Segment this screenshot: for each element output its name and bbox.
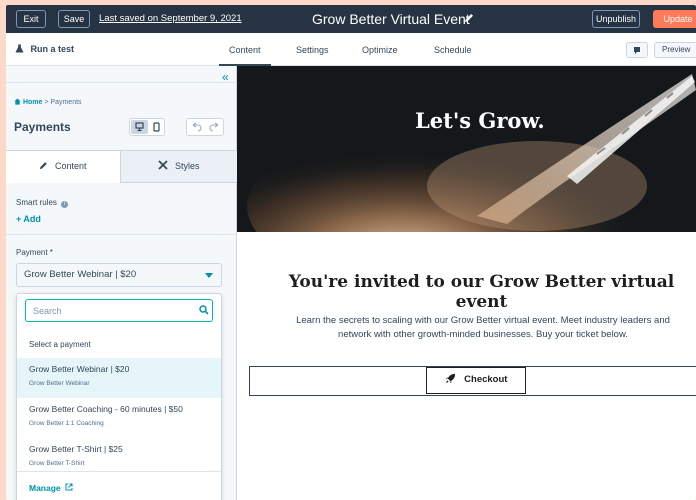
search-input[interactable] [25,299,213,322]
checkout-label: Checkout [464,374,508,385]
list-item[interactable]: Grow Better Webinar | $20 Grow Better We… [17,358,221,398]
list-item-sublabel: Grow Better T-Shirt [29,460,85,467]
sidebar: « Home > Payments Payments Content Style… [6,66,237,500]
save-button[interactable]: Save [58,10,90,28]
event-heading: You're invited to our Grow Better virtua… [288,272,675,312]
tab-settings[interactable]: Settings [296,45,329,55]
flask-icon [15,44,24,53]
list-item[interactable]: Grow Better T-Shirt | $25 Grow Better T-… [17,438,221,478]
tab-styles-panel[interactable]: Styles [120,151,237,182]
top-bar: Exit Save Last saved on September 9, 202… [6,5,696,33]
desktop-view-button[interactable] [131,120,148,134]
undo-redo-group [186,118,224,136]
undo-icon[interactable] [187,119,205,135]
list-item-label: Grow Better Webinar | $20 [29,364,130,374]
external-link-icon [65,483,73,491]
list-item[interactable]: Grow Better Coaching - 60 minutes | $50 … [17,398,221,438]
payment-select-value: Grow Better Webinar | $20 [24,269,137,280]
payment-dropdown: Select a payment Grow Better Webinar | $… [16,293,222,500]
manage-label: Manage [29,483,61,493]
comment-icon [634,47,640,54]
divider [6,82,237,83]
smart-rules-label: Smart rules i [16,198,69,208]
unpublish-button[interactable]: Unpublish [592,10,640,28]
payment-select[interactable]: Grow Better Webinar | $20 [16,263,222,287]
sidebar-title: Payments [14,120,71,134]
list-item-label: Grow Better T-Shirt | $25 [29,444,123,454]
tab-optimize[interactable]: Optimize [362,45,398,55]
styles-tab-label: Styles [175,161,200,171]
smart-rules-text: Smart rules [16,198,57,207]
divider [6,234,237,235]
preview-button[interactable]: Preview [654,42,696,58]
exit-button[interactable]: Exit [16,10,46,28]
event-description-line: Learn the secrets to scaling with our Gr… [296,315,670,326]
run-test-link[interactable]: Run a test [15,44,74,54]
device-toggle [129,118,165,136]
rocket-launch-image [237,66,696,232]
pencil-icon[interactable] [463,12,475,24]
list-item-sublabel: Grow Better Webinar [29,380,90,387]
breadcrumb-current: Payments [50,99,82,106]
search-icon [199,305,209,315]
breadcrumb: Home > Payments [14,98,82,106]
styles-icon [158,160,169,170]
payment-field-label: Payment * [16,248,53,257]
sidebar-tabs: Content Styles [6,150,237,183]
tab-content-panel[interactable]: Content [6,151,120,182]
page-title: Grow Better Virtual Event [312,11,470,27]
pencil-tab-icon [40,162,48,170]
select-payment-hint: Select a payment [29,340,91,349]
list-item-sublabel: Grow Better 1:1 Coaching [29,420,104,427]
mobile-icon[interactable] [148,120,165,134]
update-button[interactable]: Update [653,10,696,28]
caret-down-icon [205,273,213,278]
hero-title: Let's Grow. [415,108,545,133]
active-tab-marker [6,182,120,183]
home-icon [14,98,21,105]
rocket-icon [445,373,455,384]
info-icon[interactable]: i [61,201,69,208]
run-test-label: Run a test [30,44,75,54]
app-frame: Exit Save Last saved on September 9, 202… [6,5,696,500]
manage-link[interactable]: Manage [29,483,73,493]
tab-content[interactable]: Content [229,45,261,55]
desktop-icon [135,122,144,132]
redo-icon[interactable] [206,119,224,135]
checkout-button[interactable]: Checkout [426,367,526,394]
divider [17,471,221,472]
list-item-label: Grow Better Coaching - 60 minutes | $50 [29,404,183,414]
event-description: Learn the secrets to scaling with our Gr… [253,314,696,342]
breadcrumb-separator: > [44,99,49,106]
page-canvas[interactable]: Let's Grow. You're invited to our Grow B… [237,66,696,500]
add-smart-rule-button[interactable]: + Add [16,214,41,224]
comments-button[interactable] [626,42,648,58]
content-tab-label: Content [54,161,87,171]
editor-nav: Run a test Content Settings Optimize Sch… [6,33,696,66]
tab-schedule[interactable]: Schedule [434,45,472,55]
last-saved-link[interactable]: Last saved on September 9, 2021 [99,13,242,24]
hero-section[interactable]: Let's Grow. [237,66,696,232]
event-description-line: network with other growth-minded busines… [338,329,628,340]
breadcrumb-home[interactable]: Home [23,99,42,106]
